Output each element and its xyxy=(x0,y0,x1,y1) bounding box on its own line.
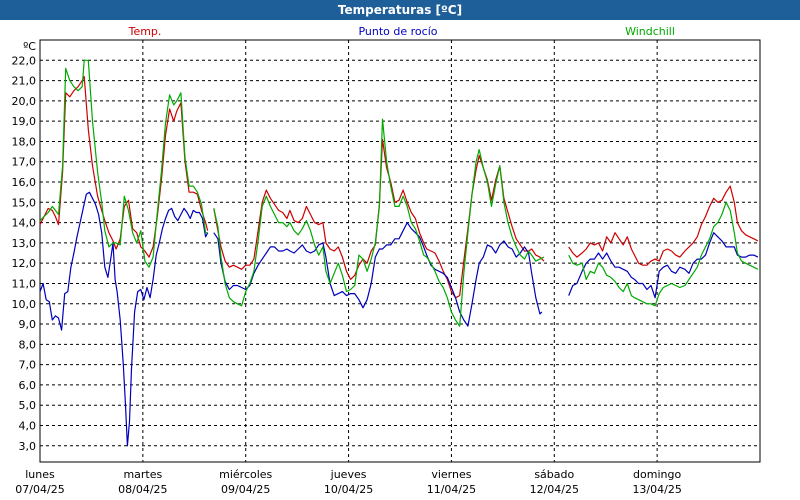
series-line xyxy=(213,138,545,299)
y-tick-label: 3,0 xyxy=(19,440,37,453)
plot-frame xyxy=(39,39,761,463)
window-title: Temperaturas [ºC] xyxy=(0,0,800,20)
day-name-label: miércoles xyxy=(219,468,272,481)
day-name-label: domingo xyxy=(633,468,681,481)
y-tick-label: 9,0 xyxy=(19,318,37,331)
day-date-label: 11/04/25 xyxy=(427,483,476,496)
day-date-label: 12/04/25 xyxy=(530,483,579,496)
legend-entry: Temp. xyxy=(128,25,162,38)
series-line xyxy=(39,191,209,447)
y-tick-label: 17,0 xyxy=(12,156,37,169)
y-tick-label: 6,0 xyxy=(19,379,37,392)
chart-window: Temperaturas [ºC] 3,0 4,0 5,0 6,0 7,0 8,0 9,0 1… xyxy=(0,0,800,500)
y-tick-label: 10,0 xyxy=(12,298,37,311)
day-name-label: sábado xyxy=(534,468,574,481)
y-tick-label: 14,0 xyxy=(12,217,37,230)
y-tick-label: 11,0 xyxy=(12,277,37,290)
y-tick-label: 19,0 xyxy=(12,115,37,128)
y-tick-label: 5,0 xyxy=(19,399,37,412)
y-tick-label: 4,0 xyxy=(19,419,37,432)
y-tick-label: 7,0 xyxy=(19,359,37,372)
y-tick-label: 8,0 xyxy=(19,338,37,351)
series-line xyxy=(213,222,543,327)
y-tick-label: 15,0 xyxy=(12,196,37,209)
temperature-chart: 3,0 4,0 5,0 6,0 7,0 8,0 9,0 10,0 11,0 12,0 13,0 14,… xyxy=(12,25,761,496)
legend-entry: Windchill xyxy=(625,25,675,38)
y-unit-label: ºC xyxy=(23,40,36,53)
day-date-label: 07/04/25 xyxy=(15,483,64,496)
day-date-label: 13/04/25 xyxy=(632,483,681,496)
day-name-label: viernes xyxy=(431,468,471,481)
day-name-label: jueves xyxy=(330,468,367,481)
day-date-label: 09/04/25 xyxy=(221,483,270,496)
day-date-label: 08/04/25 xyxy=(118,483,167,496)
day-name-label: lunes xyxy=(25,468,55,481)
y-tick-label: 12,0 xyxy=(12,257,37,270)
y-tick-label: 20,0 xyxy=(12,95,37,108)
y-tick-label: 22,0 xyxy=(12,54,37,67)
series-line xyxy=(39,59,208,268)
legend-entry: Punto de rocío xyxy=(358,25,437,38)
day-name-label: martes xyxy=(123,468,162,481)
y-tick-label: 13,0 xyxy=(12,237,37,250)
y-tick-label: 16,0 xyxy=(12,176,37,189)
day-date-label: 10/04/25 xyxy=(324,483,373,496)
y-tick-label: 18,0 xyxy=(12,135,37,148)
series-line xyxy=(568,185,759,266)
y-tick-label: 21,0 xyxy=(12,75,37,88)
